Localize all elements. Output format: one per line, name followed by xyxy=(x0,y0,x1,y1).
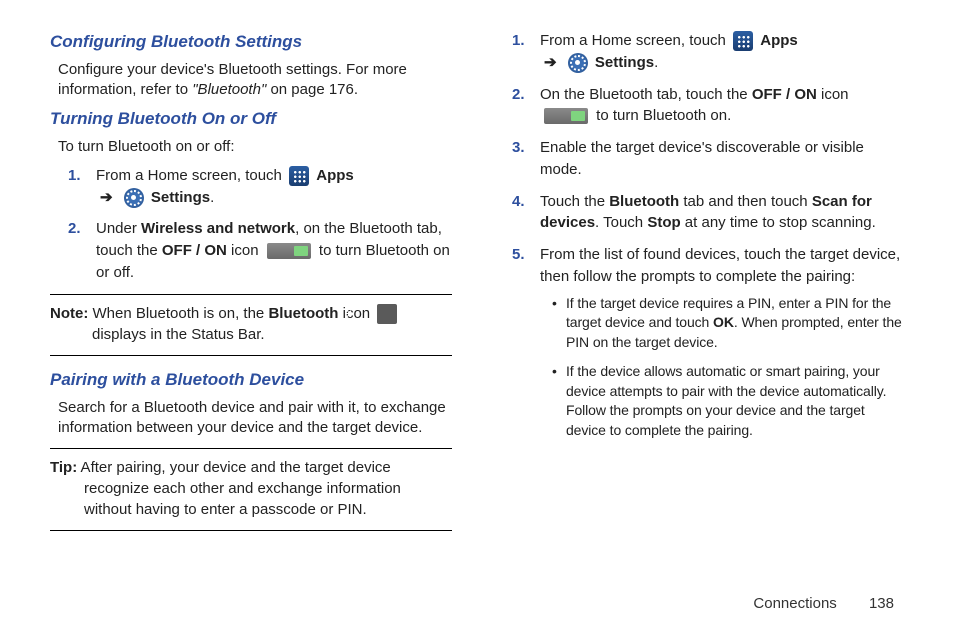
text-bold: Stop xyxy=(647,214,680,231)
step-number: 1. xyxy=(68,165,81,187)
sublist-pairing: If the target device requires a PIN, ent… xyxy=(540,294,904,441)
text: at any time to stop scanning. xyxy=(681,214,876,231)
step-number: 2. xyxy=(68,218,81,240)
footer-page-number: 138 xyxy=(869,595,894,612)
text: From a Home screen, touch xyxy=(96,167,286,184)
paragraph-toturn: To turn Bluetooth on or off: xyxy=(50,137,452,157)
text: . xyxy=(654,54,658,71)
step-number: 2. xyxy=(512,84,525,106)
divider xyxy=(50,448,452,449)
subitem-auto: If the device allows automatic or smart … xyxy=(552,362,904,440)
step-number: 3. xyxy=(512,137,525,159)
xref-bluetooth: "Bluetooth" xyxy=(192,81,266,98)
content-columns: Configuring Bluetooth Settings Configure… xyxy=(50,30,904,539)
step-number: 1. xyxy=(512,30,525,52)
text-bold: Wireless and network xyxy=(141,220,295,237)
step-4: 4. Touch the Bluetooth tab and then touc… xyxy=(522,191,904,235)
steps-pairing: 1. From a Home screen, touch Apps ➔ Sett… xyxy=(502,30,904,441)
footer-section: Connections xyxy=(753,595,836,612)
divider xyxy=(50,294,452,295)
text: icon xyxy=(227,242,263,259)
text: When Bluetooth is on, the xyxy=(88,305,268,322)
text-bold: OK xyxy=(713,314,734,330)
step-5: 5. From the list of found devices, touch… xyxy=(522,244,904,441)
toggle-icon xyxy=(267,243,311,259)
text-bold: Bluetooth xyxy=(609,193,679,210)
arrow-icon: ➔ xyxy=(100,189,113,206)
step-1: 1. From a Home screen, touch Apps ➔ Sett… xyxy=(78,165,452,209)
text: . Touch xyxy=(595,214,647,231)
steps-turn-on-off: 1. From a Home screen, touch Apps ➔ Sett… xyxy=(50,165,452,284)
text: icon xyxy=(338,305,374,322)
step-number: 4. xyxy=(512,191,525,213)
tip-block: Tip: After pairing, your device and the … xyxy=(50,457,452,520)
apps-label: Apps xyxy=(316,167,354,184)
right-column: 1. From a Home screen, touch Apps ➔ Sett… xyxy=(502,30,904,539)
step-3: 3. Enable the target device's discoverab… xyxy=(522,137,904,181)
tip-label: Tip: xyxy=(50,459,77,476)
text: . xyxy=(210,189,214,206)
settings-icon xyxy=(124,188,144,208)
subitem-pin: If the target device requires a PIN, ent… xyxy=(552,294,904,353)
text: tab and then touch xyxy=(679,193,812,210)
text: to turn Bluetooth on. xyxy=(592,107,731,124)
text: Touch the xyxy=(540,193,609,210)
text: From a Home screen, touch xyxy=(540,32,730,49)
text: displays in the Status Bar. xyxy=(92,326,265,343)
text: From the list of found devices, touch th… xyxy=(540,246,900,285)
text-bold: OFF / ON xyxy=(752,86,817,103)
text: Enable the target device's discoverable … xyxy=(540,139,864,178)
text: On the Bluetooth tab, touch the xyxy=(540,86,752,103)
apps-icon xyxy=(289,166,309,186)
page-footer: Connections 138 xyxy=(753,595,894,612)
note-label: Note: xyxy=(50,305,88,322)
bluetooth-icon: ⚹ xyxy=(377,304,397,324)
divider xyxy=(50,530,452,531)
heading-pairing: Pairing with a Bluetooth Device xyxy=(50,370,452,390)
text: If the device allows automatic or smart … xyxy=(566,363,886,438)
step-number: 5. xyxy=(512,244,525,266)
heading-config-bluetooth: Configuring Bluetooth Settings xyxy=(50,32,452,52)
text: After pairing, your device and the targe… xyxy=(77,459,401,518)
settings-icon xyxy=(568,53,588,73)
arrow-icon: ➔ xyxy=(544,54,557,71)
settings-label: Settings xyxy=(151,189,210,206)
step-2: 2. On the Bluetooth tab, touch the OFF /… xyxy=(522,84,904,128)
text: Under xyxy=(96,220,141,237)
step-1: 1. From a Home screen, touch Apps ➔ Sett… xyxy=(522,30,904,74)
apps-label: Apps xyxy=(760,32,798,49)
toggle-icon xyxy=(544,108,588,124)
heading-turning-bluetooth: Turning Bluetooth On or Off xyxy=(50,109,452,129)
settings-label: Settings xyxy=(595,54,654,71)
text: on page 176. xyxy=(266,81,358,98)
note-block: Note: When Bluetooth is on, the Bluetoot… xyxy=(50,303,452,345)
paragraph-config: Configure your device's Bluetooth settin… xyxy=(50,60,452,101)
text-bold: OFF / ON xyxy=(162,242,227,259)
text: icon xyxy=(817,86,849,103)
step-2: 2. Under Wireless and network, on the Bl… xyxy=(78,218,452,283)
apps-icon xyxy=(733,31,753,51)
text-bold: Bluetooth xyxy=(268,305,338,322)
left-column: Configuring Bluetooth Settings Configure… xyxy=(50,30,452,539)
divider xyxy=(50,355,452,356)
paragraph-pairing: Search for a Bluetooth device and pair w… xyxy=(50,398,452,439)
